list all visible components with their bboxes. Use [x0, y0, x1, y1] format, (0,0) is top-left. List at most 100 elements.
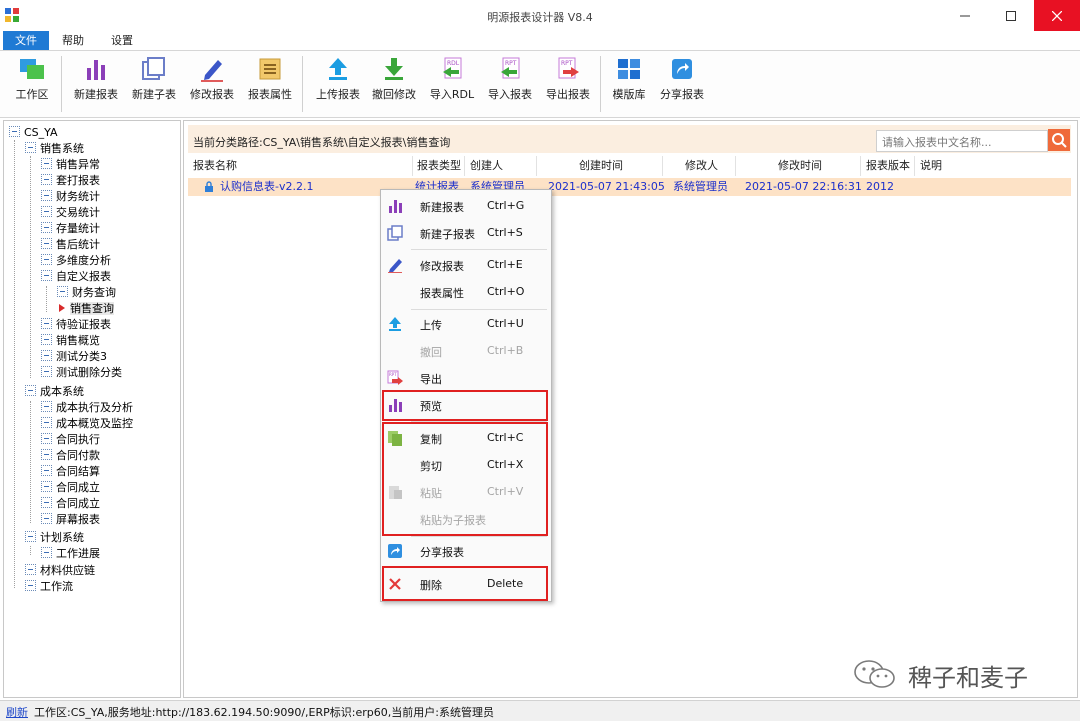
tree-item-supply[interactable]: 材料供应链	[25, 563, 95, 579]
cell-report-name: 认购信息表-v2.2.1	[220, 180, 314, 193]
tree-root[interactable]: CS_YA	[9, 125, 58, 141]
menu-new-report[interactable]: 新建报表 Ctrl+G	[381, 193, 551, 219]
tree-item[interactable]: 存量统计	[41, 221, 100, 237]
status-text: 工作区:CS_YA,服务地址:http://183.62.194.50:9090…	[34, 706, 494, 719]
column-header-version[interactable]: 报表版本	[866, 156, 915, 176]
tree-item[interactable]: 销售异常	[41, 157, 100, 173]
tab-help[interactable]: 帮助	[52, 31, 94, 50]
svg-text:RPT: RPT	[505, 60, 517, 67]
maximize-button[interactable]	[988, 0, 1034, 31]
search-button[interactable]	[1048, 129, 1070, 151]
tree-connector	[46, 286, 47, 312]
lock-icon	[205, 181, 213, 192]
wechat-icon	[854, 660, 895, 688]
tree-item[interactable]: 合同执行	[41, 432, 100, 448]
collapse-icon	[9, 126, 20, 137]
tree-connector	[30, 156, 31, 378]
toolbar-separator	[600, 56, 601, 112]
tree-item[interactable]: 交易统计	[41, 205, 100, 221]
import-report-icon: RPT	[501, 57, 520, 79]
pencil-icon	[388, 259, 402, 273]
cell-modified-time: 2021-05-07 22:16:31	[745, 180, 862, 193]
category-path: 当前分类路径:CS_YA\销售系统\自定义报表\销售查询	[193, 136, 451, 149]
tree-connector	[30, 546, 31, 555]
highlight-clipboard	[382, 422, 548, 536]
menu-share[interactable]: 分享报表	[381, 538, 551, 564]
menu-separator	[411, 536, 547, 537]
tree-item-custom[interactable]: 自定义报表	[41, 269, 111, 285]
tree-item-plan[interactable]: 计划系统	[25, 530, 84, 546]
upload-report-button[interactable]: 上传报表	[310, 54, 366, 114]
tree-item[interactable]: 待验证报表	[41, 317, 111, 333]
tree-item[interactable]: 销售概览	[41, 333, 100, 349]
workspace-button[interactable]: 工作区	[6, 54, 58, 114]
tree-item[interactable]: 测试分类3	[41, 349, 107, 365]
selected-arrow-icon	[59, 304, 65, 312]
new-subreport-button[interactable]: 新建子表	[126, 54, 182, 114]
tree-item[interactable]: 售后统计	[41, 237, 100, 253]
tab-settings[interactable]: 设置	[101, 31, 143, 50]
column-header-modified[interactable]: 修改时间	[740, 156, 861, 176]
tree-item-workflow[interactable]: 工作流	[25, 579, 73, 595]
tree-item[interactable]: 合同成立	[41, 496, 100, 512]
tree-item[interactable]: 财务查询	[57, 285, 116, 301]
refresh-link[interactable]: 刷新	[6, 704, 28, 720]
node-icon	[41, 497, 52, 508]
new-report-button[interactable]: 新建报表	[68, 54, 124, 114]
tree-item[interactable]: 套打报表	[41, 173, 100, 189]
tree-item[interactable]: 测试删除分类	[41, 365, 122, 381]
tree-connector	[14, 140, 15, 588]
minimize-button[interactable]	[942, 0, 988, 31]
node-icon	[41, 222, 52, 233]
report-properties-button[interactable]: 报表属性	[242, 54, 298, 114]
column-header-type[interactable]: 报表类型	[417, 156, 465, 176]
svg-text:RPT: RPT	[561, 60, 573, 67]
close-button[interactable]	[1034, 0, 1080, 31]
column-header-created[interactable]: 创建时间	[540, 156, 663, 176]
tree-item-sales[interactable]: 销售系统	[25, 141, 84, 157]
column-header-name[interactable]: 报表名称	[193, 156, 413, 176]
tree-item[interactable]: 合同付款	[41, 448, 100, 464]
node-icon	[25, 564, 36, 575]
node-icon	[41, 366, 52, 377]
tree-item[interactable]: 屏幕报表	[41, 512, 100, 528]
tree-item[interactable]: 成本执行及分析	[41, 400, 133, 416]
tree-item[interactable]: 多维度分析	[41, 253, 111, 269]
tree-item[interactable]: 合同结算	[41, 464, 100, 480]
tab-file[interactable]: 文件	[3, 31, 49, 50]
menu-revoke[interactable]: 撤回 Ctrl+B	[381, 338, 551, 364]
export-report-button[interactable]: RPT 导出报表	[540, 54, 596, 114]
revoke-edit-button[interactable]: 撤回修改	[366, 54, 422, 114]
menu-report-properties[interactable]: 报表属性 Ctrl+O	[381, 279, 551, 305]
minimize-icon	[960, 15, 970, 16]
column-header-creator[interactable]: 创建人	[470, 156, 537, 176]
import-rdl-button[interactable]: RDL 导入RDL	[424, 54, 480, 114]
stack-icon	[387, 225, 403, 241]
download-icon	[385, 58, 403, 80]
close-icon	[1052, 10, 1062, 21]
tree-item-selected[interactable]: 销售查询	[57, 301, 114, 317]
tree-item[interactable]: 合同成立	[41, 480, 100, 496]
share-report-button[interactable]: 分享报表	[656, 54, 708, 114]
watermark-text: 稗子和麦子	[908, 664, 1028, 692]
tree-item-cost[interactable]: 成本系统	[25, 384, 84, 400]
tree-item[interactable]: 财务统计	[41, 189, 100, 205]
tree-item[interactable]: 成本概览及监控	[41, 416, 133, 432]
highlight-preview	[382, 390, 548, 421]
maximize-icon	[1006, 10, 1016, 21]
menu-new-subreport[interactable]: 新建子报表 Ctrl+S	[381, 220, 551, 246]
column-header-note[interactable]: 说明	[920, 156, 960, 176]
tree-connector	[30, 401, 31, 523]
tree-item[interactable]: 工作进展	[41, 546, 100, 562]
toolbar-separator	[61, 56, 62, 112]
cell-modifier: 系统管理员	[673, 180, 728, 193]
menu-upload[interactable]: 上传 Ctrl+U	[381, 311, 551, 337]
share-icon	[672, 59, 692, 79]
import-report-button[interactable]: RPT 导入报表	[482, 54, 538, 114]
column-header-modifier[interactable]: 修改人	[668, 156, 736, 176]
edit-report-button[interactable]: 修改报表	[184, 54, 240, 114]
template-library-button[interactable]: 模版库	[606, 54, 652, 114]
menu-edit-report[interactable]: 修改报表 Ctrl+E	[381, 252, 551, 278]
node-icon	[41, 190, 52, 201]
menu-export[interactable]: RPT 导出	[381, 365, 551, 391]
